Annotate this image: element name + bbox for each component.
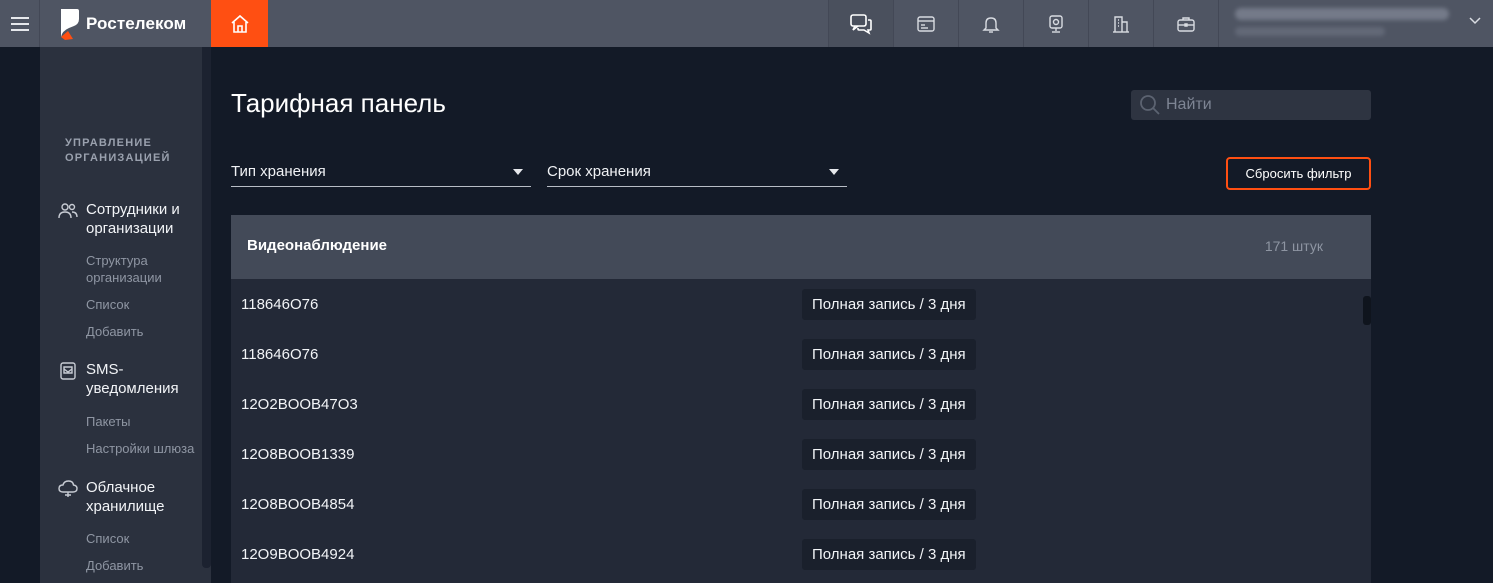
sms-icon: [60, 362, 76, 380]
table-row[interactable]: 118646O76 Полная запись / 3 дня: [231, 329, 1371, 379]
briefcase-icon: [1177, 16, 1195, 32]
chevron-down-icon[interactable]: [1469, 17, 1481, 25]
camera-button[interactable]: [1023, 0, 1088, 47]
row-id: 12O2BOOB47O3: [241, 396, 358, 413]
plan-badge: Полная запись / 3 дня: [802, 439, 976, 470]
menu-icon[interactable]: [0, 0, 40, 47]
table-row[interactable]: 12O9BOOB4924 Полная запись / 3 дня: [231, 529, 1371, 579]
sidebar-item-label: Облачное хранилище: [86, 479, 165, 515]
table-count: 171 штук: [1264, 238, 1323, 254]
billing-icon: [917, 15, 935, 32]
cloud-icon: [58, 480, 78, 497]
sidebar-subitem-structure[interactable]: Структура организации: [86, 252, 211, 286]
sidebar-subitem-packages[interactable]: Пакеты: [86, 413, 211, 430]
sidebar-subitem-cloud-add[interactable]: Добавить: [86, 557, 211, 574]
row-id: 118646O76: [241, 296, 319, 313]
plan-badge: Полная запись / 3 дня: [802, 339, 976, 370]
sidebar-item-employees[interactable]: Сотрудники и организации: [58, 200, 196, 238]
row-id: 12O8BOOB4854: [241, 496, 355, 513]
search-placeholder: Найти: [1166, 96, 1212, 113]
table-row[interactable]: 12O2BOOB47O3 Полная запись / 3 дня: [231, 379, 1371, 429]
sidebar-subitem-add[interactable]: Добавить: [86, 323, 211, 340]
chat-icon: [850, 13, 872, 35]
left-strip: [0, 47, 40, 583]
top-bar: Ростелеком: [0, 0, 1493, 47]
search-input[interactable]: Найти: [1131, 90, 1371, 120]
user-menu[interactable]: [1218, 0, 1493, 47]
camera-icon: [1049, 14, 1063, 33]
plan-badge: Полная запись / 3 дня: [802, 389, 976, 420]
rostelecom-logo-icon: [61, 8, 79, 40]
storage-term-select[interactable]: Срок хранения: [547, 157, 847, 187]
storage-type-select[interactable]: Тип хранения: [231, 157, 531, 187]
user-org-redacted: [1235, 27, 1385, 36]
search-icon: [1140, 95, 1160, 115]
sidebar-subitem-gateway-settings[interactable]: Настройки шлюза: [86, 440, 211, 457]
caret-down-icon: [829, 168, 839, 175]
page-title: Тарифная панель: [231, 88, 446, 118]
sidebar-subitem-list[interactable]: Список: [86, 296, 211, 313]
table-row[interactable]: 12O8BOOB4854 Полная запись / 3 дня: [231, 479, 1371, 529]
home-icon: [230, 14, 249, 33]
sidebar-section-title: УПРАВЛЕНИЕ ОРГАНИЗАЦИЕЙ: [65, 137, 171, 164]
table-header: Видеонаблюдение 171 штук: [231, 215, 1371, 279]
user-email-redacted: [1235, 8, 1449, 20]
sidebar-item-cloud[interactable]: Облачное хранилище: [58, 478, 196, 516]
chat-button[interactable]: [828, 0, 893, 47]
plan-badge: Полная запись / 3 дня: [802, 289, 976, 320]
sidebar-item-label: SMS-уведомления: [86, 361, 179, 397]
row-id: 12O9BOOB4924: [241, 546, 355, 563]
bell-icon: [982, 16, 1000, 33]
table-scrollbar-thumb[interactable]: [1363, 296, 1371, 325]
organization-button[interactable]: [1088, 0, 1153, 47]
table-row[interactable]: 12O8BOOB1339 Полная запись / 3 дня: [231, 429, 1371, 479]
users-icon: [58, 203, 78, 219]
caret-down-icon: [513, 168, 523, 175]
billing-button[interactable]: [893, 0, 958, 47]
storage-type-label: Тип хранения: [231, 163, 326, 180]
row-id: 12O8BOOB1339: [241, 446, 355, 463]
services-button[interactable]: [1153, 0, 1218, 47]
brand-logo[interactable]: Ростелеком: [58, 0, 186, 47]
tariff-table: Видеонаблюдение 171 штук 118646O76 Полна…: [231, 215, 1371, 583]
storage-term-label: Срок хранения: [547, 163, 651, 180]
sidebar-scrollbar[interactable]: [202, 47, 211, 568]
building-icon: [1113, 15, 1129, 33]
table-row[interactable]: 118646O76 Полная запись / 3 дня: [231, 279, 1371, 329]
reset-filter-button[interactable]: Сбросить фильтр: [1226, 157, 1371, 190]
home-button[interactable]: [211, 0, 268, 47]
sidebar-item-label: Сотрудники и организации: [86, 201, 180, 237]
sidebar: УПРАВЛЕНИЕ ОРГАНИЗАЦИЕЙ Сотрудники и орг…: [40, 47, 211, 583]
notifications-button[interactable]: [958, 0, 1023, 47]
table-title: Видеонаблюдение: [247, 237, 388, 254]
row-id: 118646O76: [241, 346, 319, 363]
brand-name: Ростелеком: [86, 13, 187, 33]
sidebar-subitem-cloud-list[interactable]: Список: [86, 530, 211, 547]
sidebar-item-sms[interactable]: SMS-уведомления: [58, 360, 196, 398]
plan-badge: Полная запись / 3 дня: [802, 539, 976, 570]
plan-badge: Полная запись / 3 дня: [802, 489, 976, 520]
